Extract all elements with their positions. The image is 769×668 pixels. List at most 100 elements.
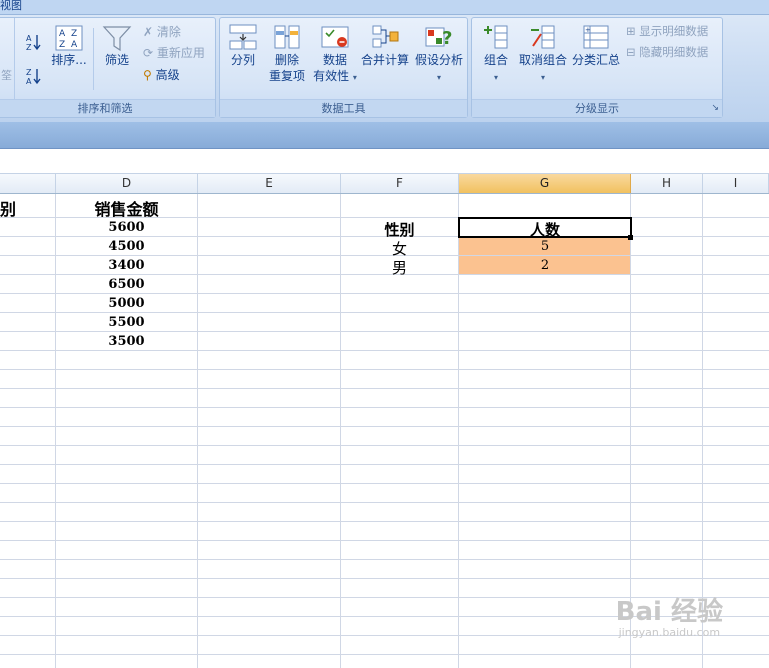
show-detail-icon: ⊞ xyxy=(626,24,636,38)
grid-line xyxy=(0,654,769,655)
subtotal-label: 分类汇总 xyxy=(571,53,620,67)
cell-sales-value[interactable]: 4500 xyxy=(56,239,197,254)
what-if-analysis-button[interactable]: ? 假设分析 ▾ xyxy=(412,22,466,86)
grid-line xyxy=(0,521,769,522)
baidu-watermark: Bai 经验 jingyan.baidu.com xyxy=(616,598,723,639)
data-validation-label-1: 数据 xyxy=(322,53,347,67)
cell-sales-value[interactable]: 3500 xyxy=(56,334,197,349)
group-caption-sort-filter: 排序和筛选 xyxy=(0,99,215,117)
cell-count-value[interactable]: 5 xyxy=(459,239,631,254)
svg-text:?: ? xyxy=(442,28,452,49)
column-header-g[interactable]: G xyxy=(459,174,631,193)
separator xyxy=(93,28,94,90)
cell-gender-value[interactable]: 男 xyxy=(341,257,458,278)
cell-sales-value[interactable]: 3400 xyxy=(56,258,197,273)
grid-line xyxy=(0,445,769,446)
formula-toolbar-strip xyxy=(0,122,769,149)
ungroup-rows-icon xyxy=(531,25,555,49)
cell-c1[interactable]: 别 xyxy=(0,196,16,220)
cell-sales-value[interactable]: 6500 xyxy=(56,277,197,292)
hide-detail-icon: ⊟ xyxy=(626,45,636,59)
text-to-columns-button[interactable]: 分列 xyxy=(226,22,260,68)
chevron-down-icon: ▾ xyxy=(352,73,357,82)
clear-filter-button[interactable]: ✗ 清除 xyxy=(143,24,181,40)
filter-funnel-icon xyxy=(102,26,132,52)
group-label: 组合 xyxy=(483,53,508,67)
cell-sales-value[interactable]: 5000 xyxy=(56,296,197,311)
grid-line xyxy=(0,350,769,351)
remove-duplicates-label-1: 删除 xyxy=(274,53,299,67)
grid-line xyxy=(0,559,769,560)
grid-line xyxy=(0,331,769,332)
grid-line xyxy=(0,540,769,541)
clear-filter-icon: ✗ xyxy=(143,25,154,39)
grid-line xyxy=(0,502,769,503)
cell-sales-value[interactable]: 5500 xyxy=(56,315,197,330)
svg-text:+: + xyxy=(585,26,591,34)
column-header-f[interactable]: F xyxy=(341,174,459,193)
consolidate-button[interactable]: 合并计算 xyxy=(358,22,412,68)
advanced-filter-button[interactable]: ⚲ 高级 xyxy=(143,67,180,83)
reapply-button[interactable]: ⟳ 重新应用 xyxy=(143,45,205,61)
chevron-down-icon: ▾ xyxy=(436,73,441,82)
watermark-url: jingyan.baidu.com xyxy=(618,626,721,639)
grid-line xyxy=(0,293,769,294)
dialog-launcher-icon[interactable]: ↘ xyxy=(711,100,719,117)
grid-line xyxy=(0,578,769,579)
subtotal-button[interactable]: + 分类汇总 xyxy=(570,22,622,68)
text-to-columns-label: 分列 xyxy=(230,53,255,67)
svg-text:Z: Z xyxy=(71,29,77,39)
grid-line xyxy=(0,369,769,370)
remove-duplicates-icon xyxy=(274,25,300,49)
tab-view[interactable]: 视图 xyxy=(0,0,22,12)
sort-descending-icon[interactable]: ZA xyxy=(25,66,43,86)
group-outline: 组合 ▾ 取消组合 ▾ + 分类汇总 ⊞ 显示明细数据 ⊟ 隐藏明细数据 分级显… xyxy=(471,17,723,118)
text-to-columns-icon xyxy=(229,24,257,50)
remove-duplicates-button[interactable]: 删除 重复项 xyxy=(264,22,310,84)
column-header-i[interactable]: I xyxy=(703,174,769,193)
chevron-down-icon: ▾ xyxy=(540,73,545,82)
what-if-analysis-icon: ? xyxy=(425,27,452,49)
svg-text:Z: Z xyxy=(26,43,32,52)
what-if-analysis-label: 假设分析 xyxy=(414,53,463,67)
column-headers: D E F G H I xyxy=(0,174,769,194)
grid-line xyxy=(0,312,769,313)
data-validation-button[interactable]: 数据 有效性 ▾ xyxy=(312,22,358,86)
data-validation-icon xyxy=(321,26,349,48)
column-header-e[interactable]: E xyxy=(198,174,341,193)
grid-line xyxy=(0,407,769,408)
filter-button[interactable]: 筛选 xyxy=(97,24,137,68)
group-data-tools: 分列 删除 重复项 数据 有效性 ▾ 合并计算 ? 假设分析 ▾ 数据工具 xyxy=(219,17,468,118)
reapply-icon: ⟳ xyxy=(143,46,154,60)
svg-text:A: A xyxy=(59,29,66,39)
advanced-filter-icon: ⚲ xyxy=(143,68,152,82)
grid-line xyxy=(0,464,769,465)
ungroup-button[interactable]: 取消组合 ▾ xyxy=(516,22,570,86)
grid-line xyxy=(0,483,769,484)
partial-button[interactable]: 筌 xyxy=(1,68,12,84)
ribbon-tab-strip: 视图 xyxy=(0,0,769,15)
column-header-h[interactable]: H xyxy=(631,174,703,193)
cell-gender-header[interactable]: 性别 xyxy=(341,219,458,240)
formula-bar[interactable] xyxy=(0,149,769,174)
grid-line xyxy=(0,426,769,427)
hide-detail-button[interactable]: ⊟ 隐藏明细数据 xyxy=(626,44,708,60)
ungroup-label: 取消组合 xyxy=(518,53,567,67)
consolidate-label: 合并计算 xyxy=(360,53,409,67)
group-sort-filter: 筌 AZ ZA AZZA 排序... 筛选 ✗ 清除 ⟳ 重新应用 ⚲ 高级 排… xyxy=(0,17,216,118)
cell-count-header[interactable]: 人数 xyxy=(459,219,631,240)
separator xyxy=(14,18,15,102)
column-header-d[interactable]: D xyxy=(56,174,198,193)
svg-text:Z: Z xyxy=(26,68,32,77)
sort-ascending-icon[interactable]: AZ xyxy=(25,32,43,52)
column-header-c[interactable] xyxy=(0,174,56,193)
cell-gender-value[interactable]: 女 xyxy=(341,238,458,259)
cell-count-value[interactable]: 2 xyxy=(459,258,631,273)
show-detail-button[interactable]: ⊞ 显示明细数据 xyxy=(626,23,708,39)
sort-dialog-icon: A ZZ A xyxy=(55,25,83,51)
group-button[interactable]: 组合 ▾ xyxy=(476,22,516,86)
sort-button[interactable]: AZZA 排序... xyxy=(49,24,89,68)
cell-sales-value[interactable]: 5600 xyxy=(56,220,197,235)
consolidate-icon xyxy=(372,25,399,48)
cell-sales-header[interactable]: 销售金额 xyxy=(56,196,197,220)
